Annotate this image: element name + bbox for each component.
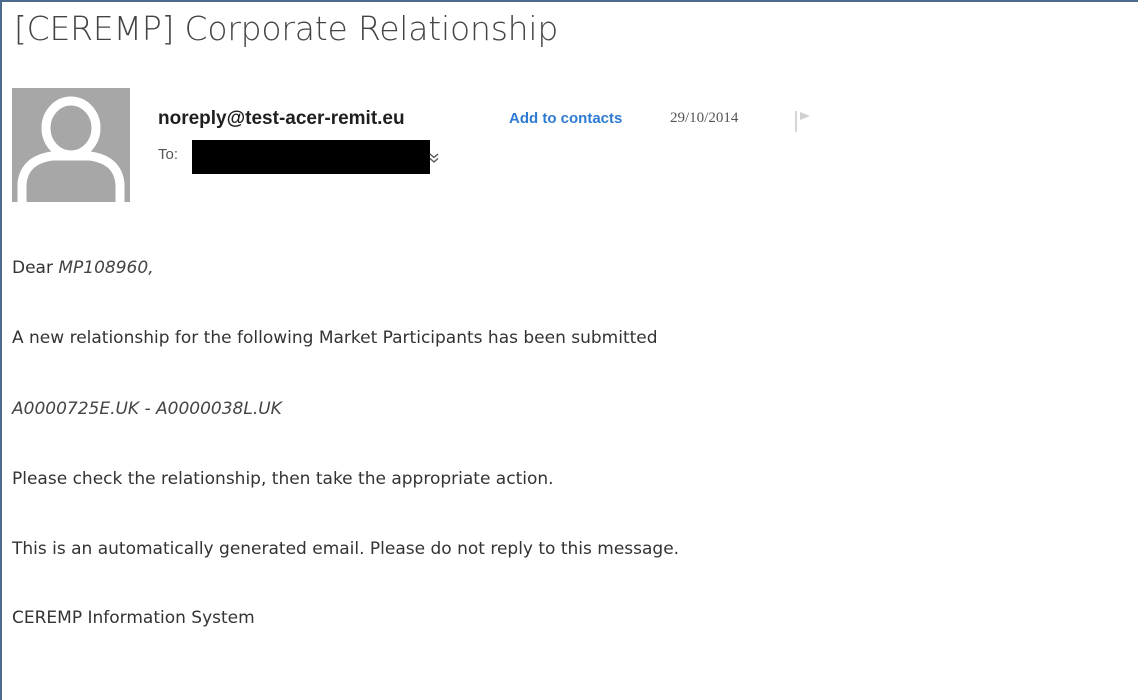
- action-text: Please check the relationship, then take…: [12, 469, 554, 489]
- signature: CEREMP Information System: [12, 608, 255, 628]
- chevron-down-icon[interactable]: [427, 150, 441, 164]
- participant-ids: A0000725E.UK - A0000038L.UK: [12, 399, 282, 419]
- add-to-contacts-link[interactable]: Add to contacts: [509, 110, 622, 127]
- auto-generated-notice: This is an automatically generated email…: [12, 539, 680, 559]
- person-silhouette-icon: [12, 88, 130, 202]
- greeting-line: Dear MP108960,: [12, 258, 154, 278]
- email-subject: [CEREMP] Corporate Relationship: [14, 9, 559, 48]
- reading-pane-frame: [0, 0, 1138, 700]
- greeting-name: MP108960,: [58, 258, 154, 278]
- message-date: 29/10/2014: [670, 110, 739, 126]
- intro-text: A new relationship for the following Mar…: [12, 328, 658, 348]
- sender-address[interactable]: noreply@test-acer-remit.eu: [158, 108, 405, 130]
- greeting-prefix: Dear: [12, 258, 59, 278]
- redacted-recipient: [192, 140, 430, 174]
- flag-icon[interactable]: [792, 108, 818, 134]
- sender-avatar: [12, 88, 130, 202]
- to-label: To:: [158, 146, 179, 163]
